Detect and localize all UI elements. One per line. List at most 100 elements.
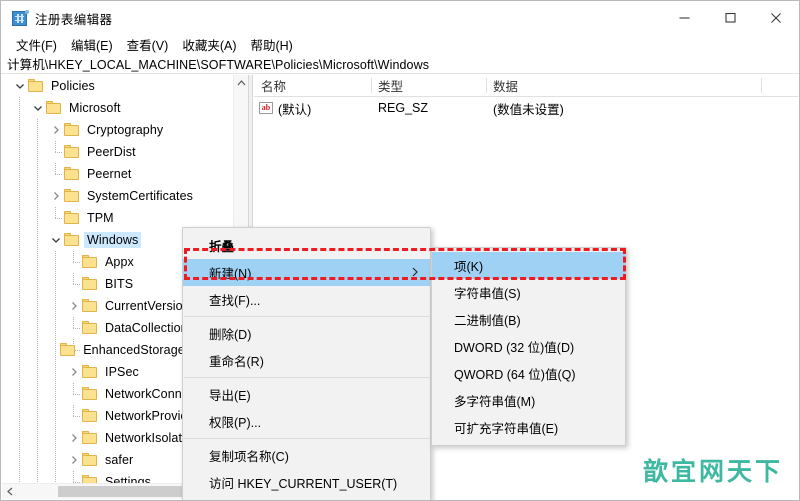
chevron-down-icon[interactable] bbox=[30, 97, 46, 119]
submenu-item-2[interactable]: 二进制值(B) bbox=[432, 306, 625, 333]
folder-icon bbox=[82, 453, 98, 467]
tree-guide-line bbox=[19, 251, 20, 273]
tree-guide-line bbox=[55, 273, 56, 295]
context-menu-item-4[interactable]: 重命名(R) bbox=[183, 347, 430, 374]
title-bar: 注册表编辑器 bbox=[1, 1, 799, 34]
context-menu-item-0[interactable]: 折叠 bbox=[183, 232, 430, 259]
tree-item-microsoft[interactable]: Microsoft bbox=[2, 97, 233, 119]
registry-editor-window: 注册表编辑器 文件(F) 编辑(E) 查看(V) 收藏夹(A) 帮助(H) 计算机\HK… bbox=[0, 0, 800, 501]
new-submenu[interactable]: 项(K) 字符串值(S) 二进制值(B) DWORD (32 位)值(D) QWORD … bbox=[431, 247, 626, 446]
chevron-right-icon[interactable] bbox=[66, 361, 82, 383]
tree-guide-line bbox=[55, 317, 56, 339]
tree-item-label: Windows bbox=[84, 232, 142, 248]
context-menu-item-label: 访问 HKEY_CURRENT_USER(T) bbox=[209, 477, 398, 491]
chevron-right-icon[interactable] bbox=[48, 185, 64, 207]
tree-item-cryptography[interactable]: Cryptography bbox=[2, 119, 233, 141]
column-divider[interactable] bbox=[486, 78, 487, 93]
submenu-item-3[interactable]: DWORD (32 位)值(D) bbox=[432, 333, 625, 360]
menu-bar: 文件(F) 编辑(E) 查看(V) 收藏夹(A) 帮助(H) bbox=[1, 34, 799, 54]
tree-item-label: CurrentVersion bbox=[105, 299, 190, 313]
tree-guide-line bbox=[19, 449, 20, 471]
submenu-item-4[interactable]: QWORD (64 位)值(Q) bbox=[432, 360, 625, 387]
tree-guide-line bbox=[37, 229, 38, 251]
values-list-body[interactable]: ab (默认) REG_SZ (数值未设置) bbox=[254, 97, 798, 119]
tree-item-label: safer bbox=[105, 453, 134, 467]
scroll-left-icon[interactable] bbox=[2, 484, 18, 499]
tree-item-tpm[interactable]: TPM bbox=[2, 207, 233, 229]
tree-guide-line bbox=[55, 339, 56, 361]
chevron-down-icon[interactable] bbox=[12, 75, 28, 97]
tree-guide-line bbox=[55, 251, 56, 273]
context-menu-item-7[interactable]: 复制项名称(C) bbox=[183, 442, 430, 469]
chevron-right-icon[interactable] bbox=[66, 427, 82, 449]
context-menu-item-label: 新建(N) bbox=[209, 267, 252, 281]
values-list-header: 名称 类型 数据 bbox=[254, 75, 798, 97]
scroll-up-icon[interactable] bbox=[234, 75, 248, 91]
menu-item-4[interactable]: 帮助(H) bbox=[243, 34, 299, 55]
folder-icon bbox=[82, 387, 98, 401]
submenu-item-6[interactable]: 可扩充字符串值(E) bbox=[432, 414, 625, 441]
column-header-1[interactable]: 类型 bbox=[371, 75, 486, 96]
context-menu-item-1[interactable]: 新建(N) bbox=[183, 259, 430, 286]
tree-item-systemcertificates[interactable]: SystemCertificates bbox=[2, 185, 233, 207]
tree-elbow bbox=[73, 317, 74, 328]
tree-guide-line bbox=[19, 383, 20, 405]
context-menu-item-6[interactable]: 权限(P)... bbox=[183, 408, 430, 435]
maximize-button[interactable] bbox=[707, 1, 753, 34]
minimize-button[interactable] bbox=[661, 1, 707, 34]
column-header-0[interactable]: 名称 bbox=[254, 75, 371, 96]
tree-item-peerdist[interactable]: PeerDist bbox=[2, 141, 233, 163]
chevron-right-icon[interactable] bbox=[66, 295, 82, 317]
folder-icon bbox=[64, 189, 80, 203]
column-header-2[interactable]: 数据 bbox=[486, 75, 761, 96]
tree-guide-line bbox=[37, 405, 38, 427]
submenu-item-5[interactable]: 多字符串值(M) bbox=[432, 387, 625, 414]
address-bar[interactable]: 计算机\HKEY_LOCAL_MACHINE\SOFTWARE\Policies… bbox=[1, 54, 799, 74]
tree-guide-line bbox=[55, 295, 56, 317]
context-menu-item-5[interactable]: 导出(E) bbox=[183, 381, 430, 408]
submenu-item-label: 多字符串值(M) bbox=[454, 395, 536, 409]
tree-item-label: PeerDist bbox=[87, 145, 136, 159]
context-menu-item-2[interactable]: 查找(F)... bbox=[183, 286, 430, 313]
context-menu-item-3[interactable]: 删除(D) bbox=[183, 320, 430, 347]
tree-guide-line bbox=[37, 119, 38, 141]
tree-guide-line bbox=[55, 449, 56, 471]
tree-guide-line bbox=[55, 383, 56, 405]
menu-item-1[interactable]: 编辑(E) bbox=[64, 34, 120, 55]
column-divider[interactable] bbox=[761, 78, 762, 93]
context-menu[interactable]: 折叠新建(N) 查找(F)... 删除(D) 重命名(R) 导出(E) 权限(P)... 复… bbox=[182, 227, 431, 500]
submenu-item-1[interactable]: 字符串值(S) bbox=[432, 279, 625, 306]
tree-elbow bbox=[73, 416, 80, 417]
column-divider[interactable] bbox=[371, 78, 372, 93]
context-menu-item-label: 复制项名称(C) bbox=[209, 450, 289, 464]
tree-item-label: DataCollection bbox=[105, 321, 188, 335]
folder-icon bbox=[64, 233, 80, 247]
chevron-right-icon[interactable] bbox=[48, 119, 64, 141]
string-value-icon: ab bbox=[259, 102, 273, 114]
menu-item-3[interactable]: 收藏夹(A) bbox=[175, 34, 243, 55]
submenu-item-0[interactable]: 项(K) bbox=[432, 252, 625, 279]
tree-guide-line bbox=[37, 317, 38, 339]
tree-guide-line bbox=[37, 185, 38, 207]
tree-guide-line bbox=[37, 361, 38, 383]
tree-elbow bbox=[73, 284, 80, 285]
context-menu-item-label: 查找(F)... bbox=[209, 294, 261, 308]
tree-elbow bbox=[55, 152, 62, 153]
tree-item-peernet[interactable]: Peernet bbox=[2, 163, 233, 185]
chevron-down-icon[interactable] bbox=[48, 229, 64, 251]
close-button[interactable] bbox=[753, 1, 799, 34]
menu-item-0[interactable]: 文件(F) bbox=[9, 34, 64, 55]
folder-icon bbox=[82, 365, 98, 379]
tree-elbow bbox=[73, 273, 74, 284]
table-row[interactable]: ab (默认) REG_SZ (数值未设置) bbox=[254, 97, 798, 119]
tree-elbow bbox=[73, 405, 74, 416]
chevron-right-icon[interactable] bbox=[66, 449, 82, 471]
tree-elbow bbox=[73, 328, 80, 329]
submenu-item-label: DWORD (32 位)值(D) bbox=[454, 341, 575, 355]
watermark: 歆宜网天下 bbox=[642, 457, 783, 486]
tree-elbow bbox=[55, 163, 56, 174]
tree-item-policies[interactable]: Policies bbox=[2, 75, 233, 97]
tree-guide-line bbox=[37, 207, 38, 229]
menu-item-2[interactable]: 查看(V) bbox=[120, 34, 176, 55]
context-menu-item-8[interactable]: 访问 HKEY_CURRENT_USER(T) bbox=[183, 469, 430, 496]
